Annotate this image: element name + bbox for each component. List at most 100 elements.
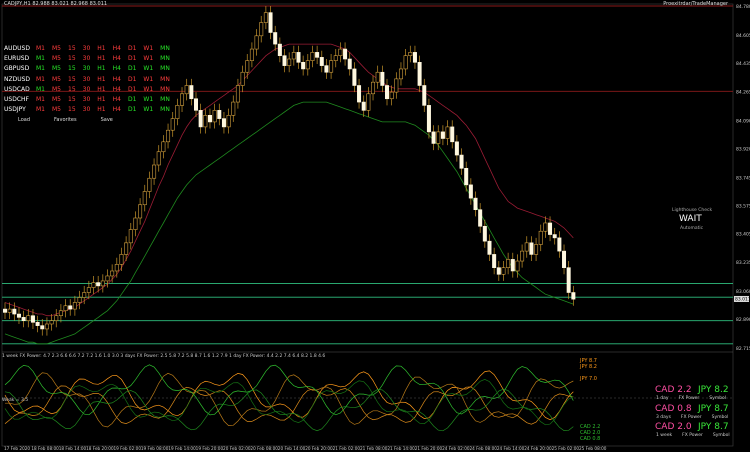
timeframe-button[interactable]: H4: [113, 75, 121, 85]
timeframe-button[interactable]: W1: [143, 54, 153, 64]
fx-power-cad: CAD 2.0: [655, 422, 692, 432]
favorites-link[interactable]: Favorites: [54, 117, 77, 123]
symbol-name[interactable]: USDJPY: [4, 105, 32, 115]
symbol-row[interactable]: USDCHF M1 M5 15 30 H1 H4 D1 W1 MN: [4, 95, 173, 105]
timeframe-button[interactable]: MN: [160, 105, 170, 115]
timeframe-button[interactable]: M5: [52, 105, 61, 115]
timeframe-button[interactable]: D1: [128, 105, 136, 115]
fx-power-sub-item[interactable]: Symbol: [713, 433, 730, 438]
fx-power-indicator: [2, 364, 733, 432]
load-link[interactable]: Load: [18, 117, 30, 123]
timeframe-button[interactable]: 15: [68, 44, 76, 54]
timeframe-button[interactable]: D1: [128, 85, 136, 95]
timeframe-button[interactable]: 30: [83, 64, 91, 74]
timeframe-button[interactable]: D1: [128, 95, 136, 105]
symbol-row[interactable]: NZDUSD M1 M5 15 30 H1 H4 D1 W1 MN: [4, 75, 173, 85]
timeframe-button[interactable]: D1: [128, 75, 136, 85]
timeframe-button[interactable]: M5: [52, 64, 61, 74]
time-tick-label: 18 Feb 14:00: [59, 446, 87, 451]
candle-body: [454, 141, 459, 156]
timeframe-button[interactable]: M5: [52, 75, 61, 85]
fx-power-subtitle: 1 week FX Power Symbol: [656, 433, 740, 438]
symbol-row[interactable]: AUDUSD M1 M5 15 30 H1 H4 D1 W1 MN: [4, 44, 173, 54]
fx-power-sub-item[interactable]: 1 day: [656, 396, 669, 401]
timeframe-button[interactable]: M1: [36, 54, 45, 64]
timeframe-button[interactable]: M5: [52, 44, 61, 54]
symbol-row[interactable]: GBPUSD M1 M5 15 30 H1 H4 D1 W1 MN: [4, 64, 173, 74]
timeframe-button[interactable]: M1: [36, 105, 45, 115]
symbol-row[interactable]: USDJPY M1 M5 15 30 H1 H4 D1 W1 MN: [4, 105, 173, 115]
fx-power-sub-item[interactable]: 3 days: [656, 415, 671, 420]
symbol-name[interactable]: GBPUSD: [4, 64, 32, 74]
timeframe-button[interactable]: 30: [83, 105, 91, 115]
symbol-name[interactable]: AUDUSD: [4, 44, 32, 54]
timeframe-button[interactable]: MN: [160, 64, 170, 74]
timeframe-button[interactable]: H1: [97, 75, 105, 85]
timeframe-button[interactable]: H4: [113, 105, 121, 115]
symbol-name[interactable]: EURUSD: [4, 54, 32, 64]
symbol-name[interactable]: USDCHF: [4, 95, 32, 105]
fx-power-sub-item[interactable]: Symbol: [712, 415, 729, 420]
candle-body: [259, 22, 264, 37]
timeframe-button[interactable]: W1: [143, 64, 153, 74]
symbol-name[interactable]: USDCAD: [4, 85, 32, 95]
timeframe-button[interactable]: D1: [128, 64, 136, 74]
timeframe-button[interactable]: W1: [143, 95, 153, 105]
timeframe-button[interactable]: 30: [83, 44, 91, 54]
timeframe-button[interactable]: H1: [97, 95, 105, 105]
timeframe-button[interactable]: MN: [160, 54, 170, 64]
timeframe-button[interactable]: 30: [83, 54, 91, 64]
timeframe-button[interactable]: M5: [52, 95, 61, 105]
timeframe-button[interactable]: MN: [160, 95, 170, 105]
fx-power-sub-item[interactable]: FX Power: [681, 415, 702, 420]
fx-power-sub-item[interactable]: Symbol: [709, 396, 726, 401]
timeframe-button[interactable]: H4: [113, 95, 121, 105]
timeframe-button[interactable]: D1: [128, 54, 136, 64]
timeframe-button[interactable]: 15: [68, 75, 76, 85]
fx-power-sub-item[interactable]: FX Power: [682, 433, 703, 438]
timeframe-button[interactable]: M1: [36, 95, 45, 105]
timeframe-button[interactable]: 15: [68, 64, 76, 74]
timeframe-button[interactable]: H4: [113, 54, 121, 64]
timeframe-button[interactable]: M5: [52, 85, 61, 95]
candle-body: [105, 275, 110, 282]
fx-power-sub-item[interactable]: FX Power: [679, 396, 700, 401]
timeframe-button[interactable]: H1: [97, 85, 105, 95]
timeframe-button[interactable]: H4: [113, 44, 121, 54]
candle-body: [72, 302, 77, 310]
timeframe-button[interactable]: 30: [83, 95, 91, 105]
timeframe-button[interactable]: M1: [36, 75, 45, 85]
timeframe-button[interactable]: 15: [68, 105, 76, 115]
timeframe-button[interactable]: M1: [36, 64, 45, 74]
timeframe-button[interactable]: H1: [97, 105, 105, 115]
price-tick-label: 83.060: [736, 289, 750, 295]
save-link[interactable]: Save: [101, 117, 113, 123]
symbol-row[interactable]: USDCAD M1 M5 15 30 H1 H4 D1 W1 MN: [4, 85, 173, 95]
timeframe-button[interactable]: MN: [160, 85, 170, 95]
timeframe-button[interactable]: 30: [83, 75, 91, 85]
timeframe-button[interactable]: W1: [143, 105, 153, 115]
fx-power-sub-item[interactable]: 1 week: [656, 433, 672, 438]
timeframe-button[interactable]: H4: [113, 85, 121, 95]
timeframe-button[interactable]: 15: [68, 85, 76, 95]
timeframe-button[interactable]: MN: [160, 44, 170, 54]
timeframe-button[interactable]: H1: [97, 54, 105, 64]
symbol-name[interactable]: NZDUSD: [4, 75, 32, 85]
timeframe-button[interactable]: M1: [36, 85, 45, 95]
timeframe-button[interactable]: W1: [143, 85, 153, 95]
timeframe-button[interactable]: H1: [97, 64, 105, 74]
timeframe-button[interactable]: 30: [83, 85, 91, 95]
timeframe-button[interactable]: H1: [97, 44, 105, 54]
symbol-row[interactable]: EURUSD M1 M5 15 30 H1 H4 D1 W1 MN: [4, 54, 173, 64]
timeframe-button[interactable]: W1: [143, 44, 153, 54]
timeframe-button[interactable]: D1: [128, 44, 136, 54]
time-tick-label: 24 Feb 14:00: [497, 446, 525, 451]
timeframe-button[interactable]: 15: [68, 54, 76, 64]
timeframe-button[interactable]: M1: [36, 44, 45, 54]
timeframe-button[interactable]: H4: [113, 64, 121, 74]
timeframe-button[interactable]: 15: [68, 95, 76, 105]
timeframe-button[interactable]: W1: [143, 75, 153, 85]
timeframe-button[interactable]: MN: [160, 75, 170, 85]
timeframe-button[interactable]: M5: [52, 54, 61, 64]
trade-manager-label[interactable]: Proexitrdar/TradeManager: [663, 1, 728, 7]
